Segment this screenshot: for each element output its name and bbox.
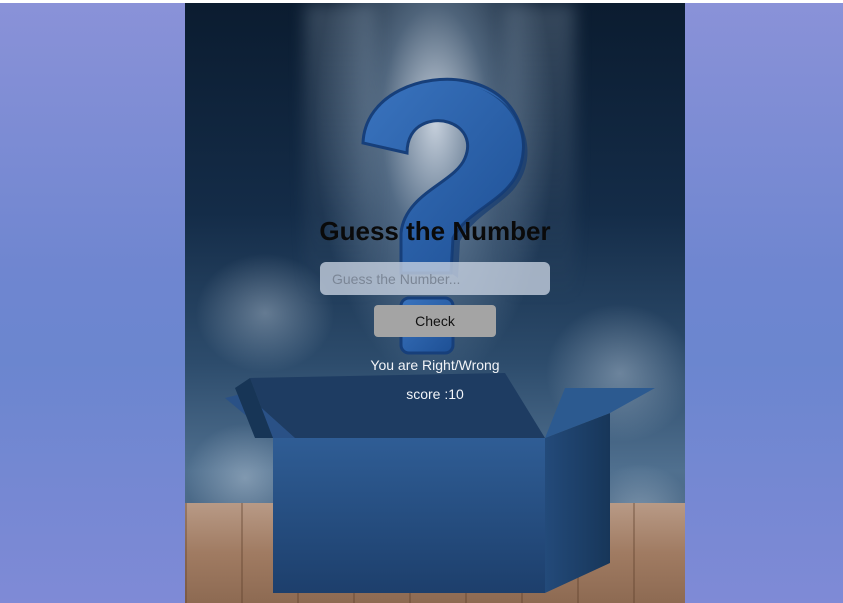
guess-input[interactable] [320,262,550,295]
check-button[interactable]: Check [374,305,496,337]
game-form: Guess the Number Check You are Right/Wro… [185,3,685,603]
result-message: You are Right/Wrong [370,357,500,373]
score-display: score :10 [406,386,464,402]
game-card: Guess the Number Check You are Right/Wro… [185,3,685,603]
page-title: Guess the Number [319,216,551,246]
